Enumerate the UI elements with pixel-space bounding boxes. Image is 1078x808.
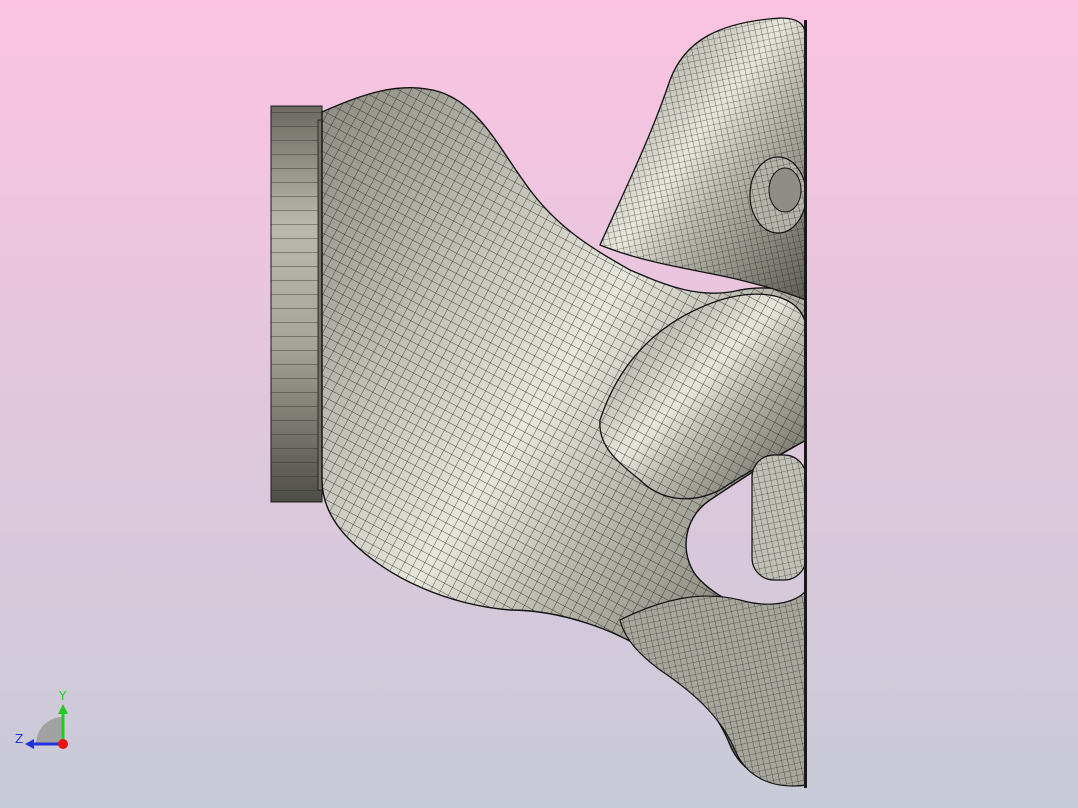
lower-port xyxy=(751,454,807,581)
upper-port xyxy=(749,156,807,234)
section-plane-edge xyxy=(804,20,807,788)
x-axis-dot xyxy=(58,739,68,749)
z-axis-label: Z xyxy=(15,732,23,746)
y-axis-label: Y xyxy=(58,689,67,703)
3d-viewport[interactable]: Y Z xyxy=(0,0,1078,808)
